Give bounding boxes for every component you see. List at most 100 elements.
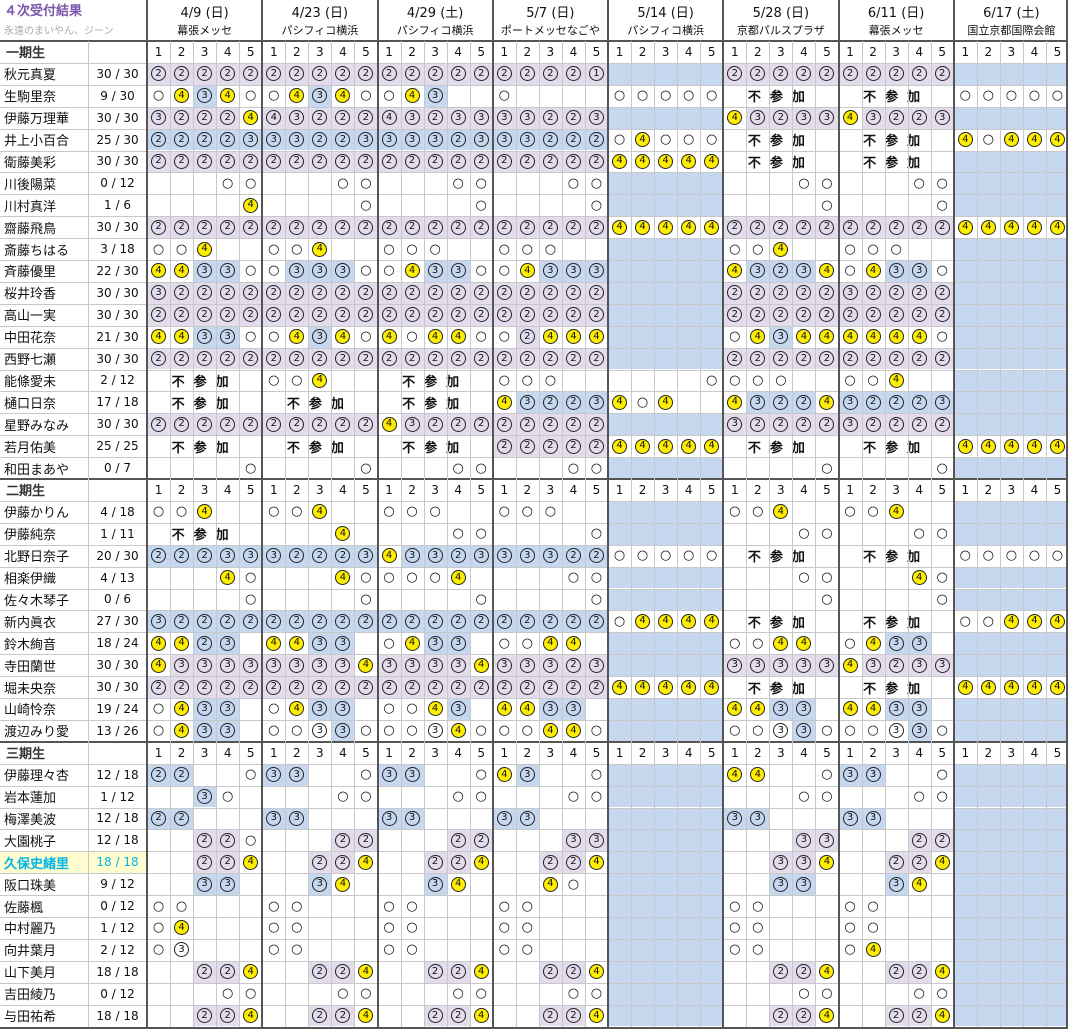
result-mark: 4 <box>911 570 927 586</box>
result-cell <box>999 194 1023 217</box>
result-mark: 2 <box>427 964 443 980</box>
result-mark: 4 <box>612 394 628 410</box>
result-cell: 3 <box>907 654 931 677</box>
grid-line <box>861 41 863 1027</box>
result-mark: 4 <box>542 876 558 892</box>
result-mark: 3 <box>473 110 489 126</box>
result-mark: 3 <box>888 263 904 279</box>
result-cell <box>953 960 977 983</box>
result-cell: 2 <box>262 347 286 370</box>
result-cell: 2 <box>469 347 493 370</box>
result-cell: 2 <box>285 216 309 239</box>
result-cell: ○ <box>746 720 769 742</box>
result-cell <box>792 457 815 479</box>
result-cell: ○ <box>631 85 654 107</box>
result-cell: 3 <box>538 544 562 567</box>
member-count: 27 / 30 <box>96 614 139 629</box>
result-mark: ○ <box>498 241 510 257</box>
result-cell <box>1022 960 1046 983</box>
result-mark: 4 <box>358 854 374 870</box>
result-mark: 3 <box>519 810 535 826</box>
slot-number: 3 <box>1007 745 1016 760</box>
result-mark: ○ <box>729 635 741 651</box>
result-mark: 2 <box>450 548 466 564</box>
result-cell <box>608 500 632 523</box>
result-mark: 2 <box>404 153 420 169</box>
result-mark: 2 <box>934 416 950 432</box>
result-cell: 2 <box>400 62 424 85</box>
result-mark: 2 <box>381 285 397 301</box>
slot-number: 3 <box>316 44 324 59</box>
result-mark: ○ <box>383 263 395 279</box>
result-mark: ○ <box>567 876 580 892</box>
result-cell: ○ <box>977 129 1000 151</box>
result-cell <box>608 281 632 304</box>
result-mark: ○ <box>268 504 280 520</box>
result-cell: 4 <box>931 851 954 873</box>
result-cell: 2 <box>538 62 562 85</box>
result-mark: 2 <box>911 854 927 870</box>
result-cell: 4 <box>815 391 838 413</box>
result-cell: 2 <box>308 128 332 151</box>
result-cell <box>378 983 401 1005</box>
slot-number: 1 <box>615 44 624 59</box>
result-mark: 2 <box>335 132 351 148</box>
result-cell <box>1022 194 1046 217</box>
result-cell: 2 <box>308 610 332 633</box>
result-cell <box>216 808 239 830</box>
result-mark: 3 <box>542 701 558 717</box>
result-cell: 2 <box>354 62 378 85</box>
result-mark: 2 <box>312 351 328 367</box>
result-cell <box>700 457 724 479</box>
result-cell <box>1045 632 1068 655</box>
result-cell <box>976 172 1000 195</box>
result-cell: 2 <box>400 676 424 698</box>
result-mark: 4 <box>358 964 374 980</box>
result-mark: 4 <box>174 701 190 717</box>
not-attending-label: 不参加 <box>402 374 469 390</box>
result-cell: 2 <box>884 106 908 129</box>
result-cell: 4 <box>378 413 401 435</box>
result-cell: 3 <box>193 654 217 677</box>
result-mark: 3 <box>220 263 236 279</box>
member-name: 川村真洋 <box>4 199 57 215</box>
result-mark: 4 <box>635 219 651 235</box>
result-mark: 4 <box>404 88 420 104</box>
result-mark: 2 <box>220 832 236 848</box>
result-cell <box>285 457 308 479</box>
result-mark: ○ <box>729 241 741 257</box>
result-cell: 3 <box>884 632 908 655</box>
result-mark: ○ <box>729 920 741 936</box>
result-cell: 2 <box>884 216 908 239</box>
result-mark: ○ <box>383 898 395 914</box>
result-mark: ○ <box>844 723 856 739</box>
result-cell: 2 <box>331 829 355 852</box>
result-mark: ○ <box>936 526 948 542</box>
result-mark: 2 <box>565 438 581 454</box>
result-cell: 2 <box>193 960 217 983</box>
result-cell <box>1022 1004 1046 1027</box>
result-cell: ○ <box>401 567 424 589</box>
result-mark: 3 <box>197 701 213 717</box>
result-cell: ○ <box>608 545 631 567</box>
result-cell <box>1045 500 1068 523</box>
event-venue: パシフィコ横浜 <box>627 24 705 37</box>
result-cell: 4 <box>931 961 954 983</box>
result-mark: 2 <box>796 285 812 301</box>
result-cell: 4 <box>216 567 239 589</box>
result-mark: ○ <box>383 241 395 257</box>
slot-number: 1 <box>154 745 163 760</box>
member-count: 1 / 12 <box>100 920 135 935</box>
result-cell <box>953 654 977 677</box>
result-cell: 2 <box>285 676 309 698</box>
result-mark: 2 <box>496 613 512 629</box>
result-cell: 4 <box>470 961 493 983</box>
result-mark: 4 <box>888 329 904 345</box>
result-mark: 2 <box>220 679 236 695</box>
result-cell <box>654 1004 678 1027</box>
result-mark: ○ <box>245 460 257 476</box>
result-cell: 2 <box>216 303 240 326</box>
result-cell: 2 <box>884 960 908 983</box>
result-cell <box>401 457 424 479</box>
result-mark: 2 <box>174 66 190 82</box>
